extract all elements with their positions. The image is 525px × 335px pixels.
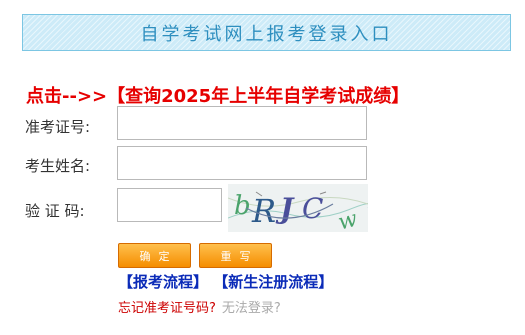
register-process-link[interactable]: 【新生注册流程】: [213, 273, 333, 291]
confirm-button-label: 确定: [139, 249, 178, 263]
help-links: 忘记准考证号码? 无法登录?: [118, 297, 281, 316]
process-links: 【报考流程】 【新生注册流程】: [118, 271, 333, 292]
confirm-button[interactable]: 确定: [118, 243, 191, 268]
reset-button-label: 重写: [220, 249, 259, 263]
svg-text:R: R: [251, 192, 276, 230]
name-input[interactable]: [117, 146, 367, 180]
captcha-input[interactable]: [117, 188, 222, 222]
name-label: 考生姓名:: [25, 157, 91, 175]
captcha-image[interactable]: b R J C w: [228, 184, 368, 232]
exam-id-label: 准考证号:: [25, 118, 91, 136]
banner-title: 自学考试网上报考登录入口: [140, 23, 393, 45]
query-link-text[interactable]: 【查询2025年上半年自学考试成绩】: [107, 86, 409, 107]
cannot-login-link[interactable]: 无法登录?: [222, 301, 281, 316]
query-prefix: 点击-->>: [26, 86, 108, 107]
login-banner: 自学考试网上报考登录入口: [22, 14, 511, 51]
query-scores-link[interactable]: 点击-->>【查询2025年上半年自学考试成绩】: [26, 82, 409, 108]
exam-id-input[interactable]: [117, 106, 367, 140]
exam-process-link[interactable]: 【报考流程】: [118, 273, 208, 291]
reset-button[interactable]: 重写: [199, 243, 272, 268]
captcha-label: 验 证 码:: [25, 202, 85, 220]
svg-text:b: b: [234, 191, 251, 221]
forgot-id-link[interactable]: 忘记准考证号码?: [118, 301, 216, 316]
svg-text:C: C: [302, 192, 323, 225]
